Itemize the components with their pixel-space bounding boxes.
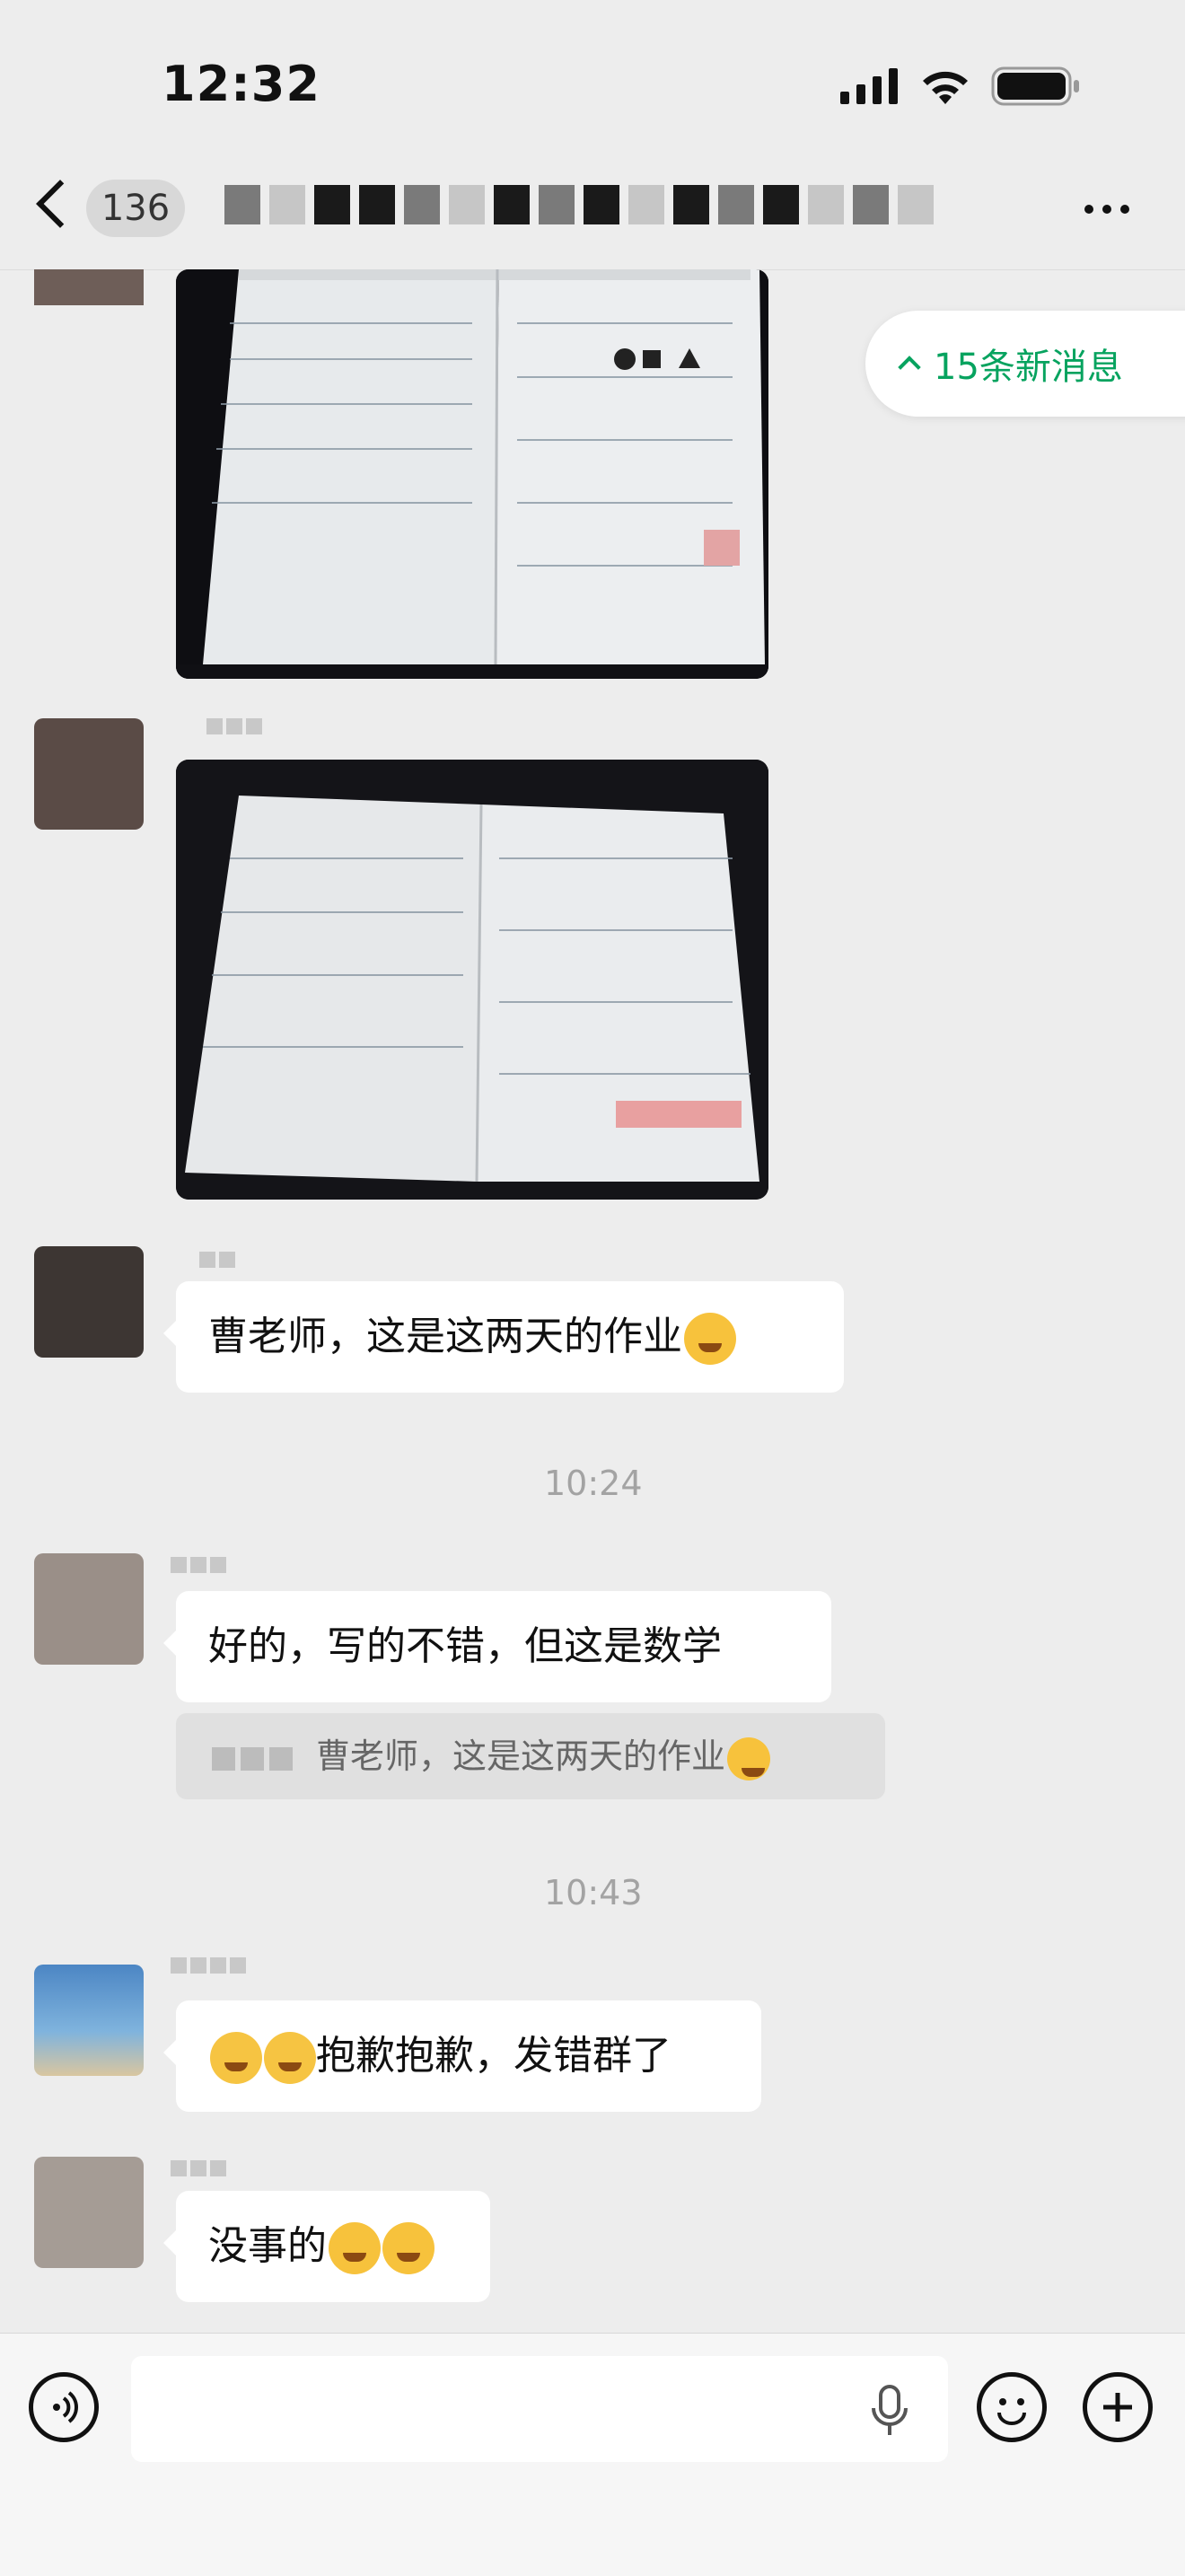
- message-bubble[interactable]: 曹老师，这是这两天的作业: [163, 1281, 844, 1393]
- message-text: 抱歉抱歉，发错群了: [316, 2033, 672, 2079]
- avatar[interactable]: [34, 1246, 144, 1358]
- sender-nickname-redacted: [171, 1957, 246, 1977]
- timestamp: 10:24: [544, 1464, 643, 1503]
- voice-toggle-icon[interactable]: [29, 2372, 99, 2442]
- timestamp: 10:43: [544, 1873, 643, 1912]
- homework-photo-1[interactable]: [176, 269, 768, 679]
- sender-nickname-redacted: [171, 1557, 226, 1577]
- grinning-emoji-icon: [382, 2222, 434, 2274]
- sender-nickname-redacted: [199, 1252, 235, 1271]
- avatar[interactable]: [34, 2157, 144, 2268]
- unread-badge[interactable]: 136: [86, 180, 185, 237]
- battery-icon: [991, 66, 1081, 106]
- chevron-up-icon: [898, 356, 921, 379]
- shush-emoji-icon: [727, 1736, 771, 1780]
- quoted-text: 曹老师，这是这两天的作业: [316, 1736, 726, 1776]
- microphone-icon[interactable]: [867, 2383, 912, 2439]
- chat-title-redacted: [224, 185, 934, 230]
- avatar[interactable]: [34, 718, 144, 830]
- shush-emoji-icon: [684, 1313, 736, 1365]
- new-messages-button[interactable]: 15条新消息: [865, 311, 1185, 417]
- avatar[interactable]: [34, 1553, 144, 1665]
- message-bubble[interactable]: 好的，写的不错，但这是数学: [163, 1591, 831, 1702]
- message-text: 曹老师，这是这两天的作业: [208, 1314, 682, 1359]
- quoted-sender-redacted: [212, 1746, 293, 1771]
- emoji-icon[interactable]: [977, 2372, 1047, 2442]
- signal-icon: [840, 68, 900, 104]
- sender-nickname-redacted: [206, 718, 262, 738]
- plus-icon[interactable]: [1083, 2372, 1153, 2442]
- grinning-emoji-icon: [329, 2222, 381, 2274]
- crying-laughing-emoji-icon: [210, 2032, 262, 2084]
- message-text: 没事的: [208, 2223, 327, 2269]
- message-text: 好的，写的不错，但这是数学: [208, 1623, 722, 1669]
- status-time: 12:32: [162, 56, 320, 112]
- quoted-message[interactable]: 曹老师，这是这两天的作业: [176, 1713, 885, 1799]
- message-bubble[interactable]: 抱歉抱歉，发错群了: [163, 2000, 761, 2112]
- more-icon[interactable]: [1084, 205, 1129, 214]
- wifi-icon: [919, 66, 971, 106]
- message-input[interactable]: [131, 2356, 948, 2462]
- homework-photo-2[interactable]: [176, 760, 768, 1200]
- avatar[interactable]: [34, 1965, 144, 2076]
- new-messages-label: 15条新消息: [934, 347, 1123, 388]
- avatar[interactable]: [34, 269, 144, 305]
- crying-laughing-emoji-icon: [264, 2032, 316, 2084]
- sender-nickname-redacted: [171, 2160, 226, 2180]
- message-bubble[interactable]: 没事的: [163, 2191, 490, 2302]
